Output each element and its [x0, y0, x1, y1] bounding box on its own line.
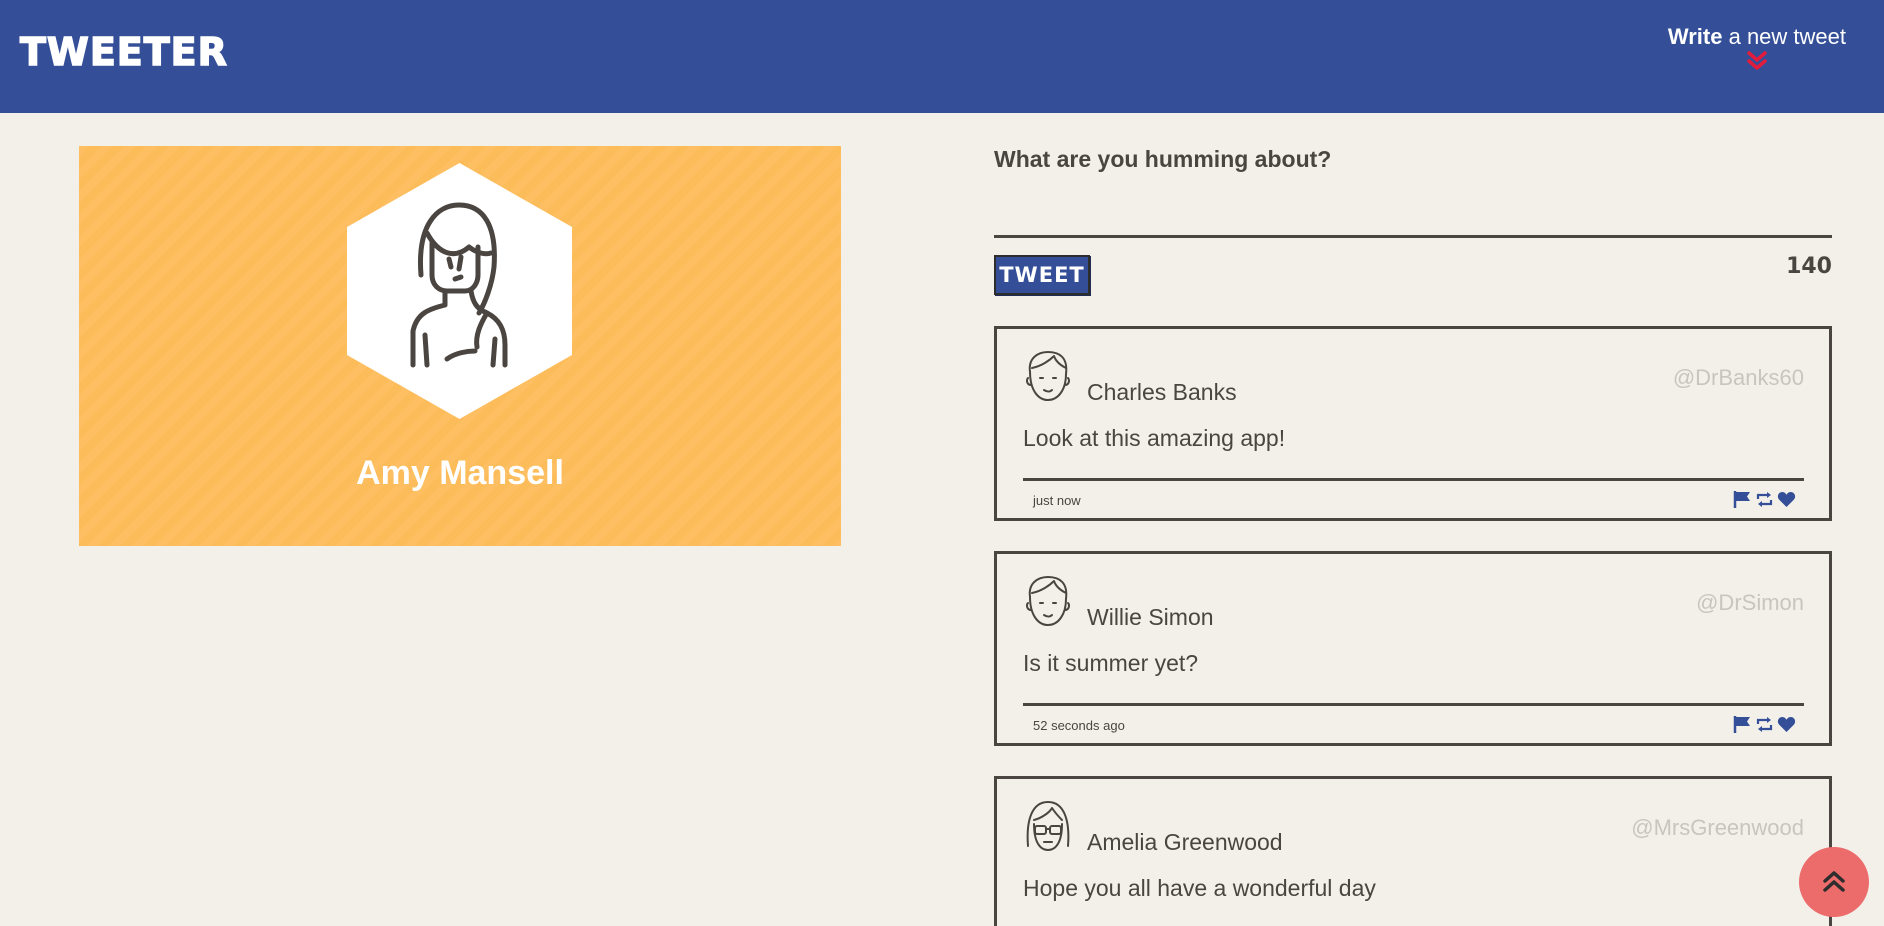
profile-card: Amy Mansell	[79, 146, 841, 546]
retweet-icon[interactable]	[1755, 490, 1774, 509]
double-chevron-up-icon	[1823, 871, 1845, 892]
tweet-handle: @MrsGreenwood	[1631, 815, 1804, 840]
tweet-composer: What are you humming about? TWEET 140	[994, 146, 1832, 295]
character-counter: 140	[1786, 254, 1832, 279]
female-glasses-user-icon	[1026, 801, 1070, 851]
tweet-content: Look at this amazing app!	[1023, 425, 1286, 451]
tweet-divider	[1023, 703, 1804, 706]
scroll-to-top-button[interactable]	[1799, 847, 1869, 917]
tweet-timestamp: 52 seconds ago	[1033, 718, 1125, 733]
write-new-tweet-toggle[interactable]: Write a new tweet	[1668, 24, 1846, 70]
compose-toggle-text: a new tweet	[1722, 24, 1846, 49]
composer-prompt: What are you humming about?	[994, 146, 1332, 172]
tweet-divider	[1023, 478, 1804, 481]
tweet-author: Charles Banks	[1087, 379, 1237, 405]
tweet-card: Willie Simon @DrSimon Is it summer yet? …	[994, 551, 1832, 746]
tweet-card: Amelia Greenwood @MrsGreenwood Hope you …	[994, 776, 1832, 926]
tweet-content: Hope you all have a wonderful day	[1023, 875, 1376, 901]
brand-logo[interactable]: TWEETER	[19, 29, 228, 75]
heart-icon[interactable]	[1777, 715, 1796, 734]
tweet-actions	[1733, 490, 1796, 509]
male-user-icon	[1026, 576, 1070, 626]
tweet-content: Is it summer yet?	[1023, 650, 1199, 676]
tweet-handle: @DrBanks60	[1672, 365, 1804, 390]
profile-avatar	[347, 163, 572, 419]
male-user-icon	[1026, 351, 1070, 401]
heart-icon[interactable]	[1777, 490, 1796, 509]
tweet-timestamp: just now	[1033, 493, 1081, 508]
retweet-icon[interactable]	[1755, 715, 1774, 734]
tweet-submit-button[interactable]: TWEET	[994, 255, 1090, 295]
tweet-handle: @DrSimon	[1696, 590, 1804, 615]
double-chevron-down-icon	[1747, 51, 1767, 70]
tweet-text-input[interactable]	[994, 182, 1832, 238]
flag-icon[interactable]	[1733, 490, 1752, 509]
flag-icon[interactable]	[1733, 715, 1752, 734]
navbar: TWEETER Write a new tweet	[0, 0, 1884, 113]
compose-toggle-strong: Write	[1667, 24, 1723, 49]
tweet-author: Willie Simon	[1087, 604, 1214, 630]
profile-name: Amy Mansell	[356, 454, 564, 492]
tweet-author: Amelia Greenwood	[1087, 829, 1283, 855]
tweet-card: Charles Banks @DrBanks60 Look at this am…	[994, 326, 1832, 521]
tweet-actions	[1733, 715, 1796, 734]
